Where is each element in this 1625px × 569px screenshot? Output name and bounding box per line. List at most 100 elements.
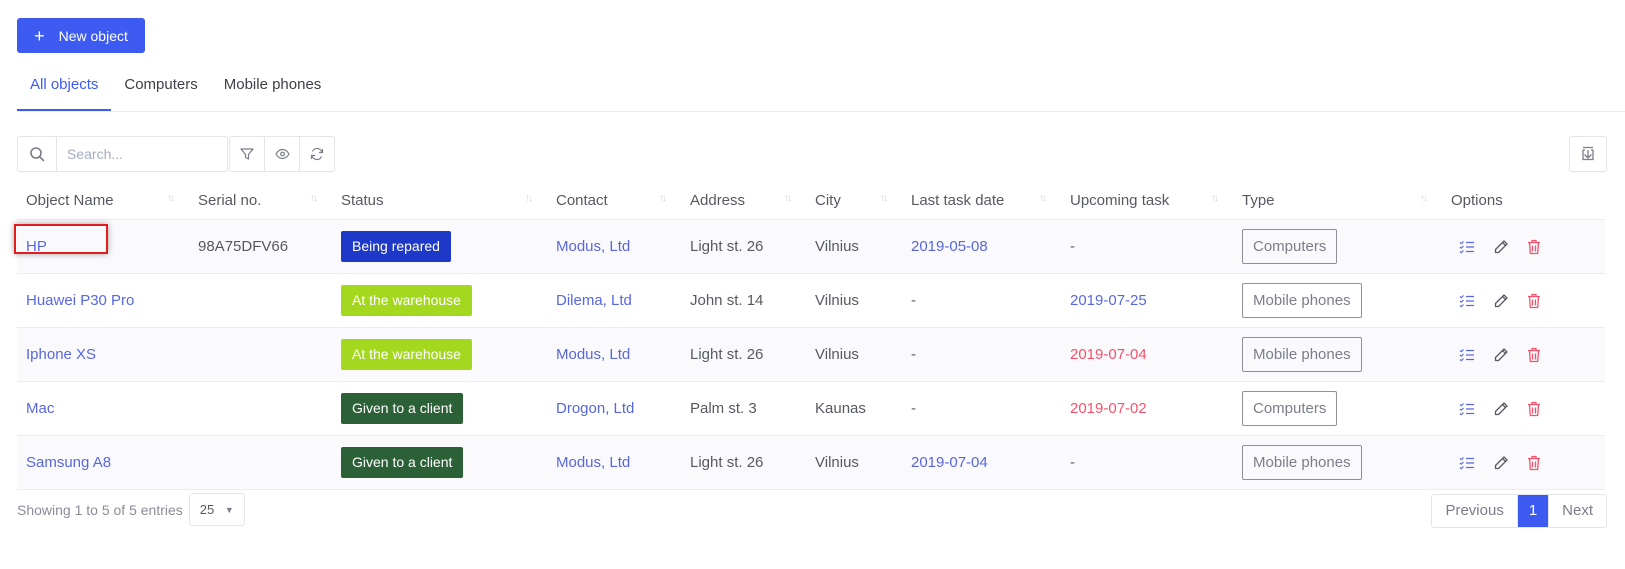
column-header-type[interactable]: Type ↑↓	[1233, 181, 1442, 220]
city-text: Kaunas	[815, 400, 866, 417]
status-badge: Given to a client	[341, 447, 464, 478]
export-icon	[1582, 146, 1594, 161]
tab-mobile-phones[interactable]: Mobile phones	[211, 71, 335, 111]
contact-link[interactable]: Modus, Ltd	[556, 238, 630, 255]
object-name-link[interactable]: HP	[26, 238, 47, 255]
pencil-icon[interactable]	[1493, 347, 1509, 363]
eye-icon	[274, 148, 290, 160]
city-text: Vilnius	[815, 454, 859, 471]
last-task-date[interactable]: 2019-05-08	[911, 238, 988, 255]
column-header-city[interactable]: City ↑↓	[806, 181, 902, 220]
address-text: John st. 14	[690, 292, 764, 309]
refresh-button[interactable]	[300, 137, 334, 171]
object-name-link[interactable]: Huawei P30 Pro	[26, 292, 134, 309]
type-tag: Computers	[1242, 229, 1338, 264]
table-header-row: Object Name ↑↓ Serial no. ↑↓ Status ↑↓ Cont…	[17, 181, 1605, 220]
checklist-icon[interactable]	[1459, 402, 1475, 416]
address-text: Light st. 26	[690, 238, 764, 255]
column-header-object-name[interactable]: Object Name ↑↓	[17, 181, 189, 220]
object-name-link[interactable]: Iphone XS	[26, 346, 96, 363]
contact-link[interactable]: Dilema, Ltd	[556, 292, 632, 309]
city-text: Vilnius	[815, 238, 859, 255]
address-text: Light st. 26	[690, 346, 764, 363]
contact-link[interactable]: Modus, Ltd	[556, 346, 630, 363]
last-task-date: -	[911, 400, 916, 417]
refresh-icon	[310, 147, 324, 161]
table-row: Mac Given to a client Drogon, Ltd Palm st. …	[17, 381, 1605, 436]
objects-table: Object Name ↑↓ Serial no. ↑↓ Status ↑↓ Cont…	[17, 181, 1605, 490]
pencil-icon[interactable]	[1493, 293, 1509, 309]
last-task-date: -	[911, 346, 916, 363]
tab-computers[interactable]: Computers	[111, 71, 210, 111]
object-name-link[interactable]: Samsung A8	[26, 454, 111, 471]
table-info: Showing 1 to 5 of 5 entries 25 ▼	[17, 493, 245, 526]
status-badge: Given to a client	[341, 393, 464, 424]
next-page-button[interactable]: Next	[1548, 495, 1606, 527]
trash-icon[interactable]	[1527, 293, 1541, 309]
export-button[interactable]	[1569, 136, 1607, 172]
table-tool-buttons	[229, 136, 335, 172]
column-header-serial[interactable]: Serial no. ↑↓	[189, 181, 332, 220]
page-size-select[interactable]: 25 ▼	[188, 493, 245, 526]
column-header-last-task-date[interactable]: Last task date ↑↓	[902, 181, 1061, 220]
row-options	[1451, 455, 1605, 471]
checklist-icon[interactable]	[1459, 348, 1475, 362]
upcoming-task-date[interactable]: 2019-07-25	[1070, 292, 1147, 309]
contact-link[interactable]: Modus, Ltd	[556, 454, 630, 471]
table-row: HP 98A75DFV66 Being repared Modus, Ltd Light…	[17, 219, 1605, 274]
upcoming-task-date[interactable]: 2019-07-04	[1070, 346, 1147, 363]
column-header-options: Options	[1442, 181, 1605, 220]
last-task-date: -	[911, 292, 916, 309]
status-badge: At the warehouse	[341, 285, 472, 316]
pencil-icon[interactable]	[1493, 239, 1509, 255]
trash-icon[interactable]	[1527, 239, 1541, 255]
pagination: Previous 1 Next	[1431, 494, 1607, 528]
city-text: Vilnius	[815, 292, 859, 309]
row-options	[1451, 239, 1605, 255]
previous-page-button[interactable]: Previous	[1432, 495, 1518, 527]
trash-icon[interactable]	[1527, 401, 1541, 417]
address-text: Light st. 26	[690, 454, 764, 471]
checklist-icon[interactable]	[1459, 294, 1475, 308]
search-box	[17, 136, 228, 172]
object-tabs: All objects Computers Mobile phones	[17, 71, 1625, 112]
upcoming-task-date[interactable]: 2019-07-02	[1070, 400, 1147, 417]
last-task-date[interactable]: 2019-07-04	[911, 454, 988, 471]
filter-button[interactable]	[230, 137, 265, 171]
table-row: Huawei P30 Pro At the warehouse Dilema, Lt…	[17, 273, 1605, 328]
column-header-upcoming-task[interactable]: Upcoming task ↑↓	[1061, 181, 1233, 220]
caret-down-icon: ▼	[224, 504, 234, 515]
search-icon	[18, 137, 57, 171]
filter-icon	[240, 148, 254, 160]
type-tag: Mobile phones	[1242, 337, 1362, 372]
upcoming-task-date: -	[1070, 238, 1075, 255]
column-header-contact[interactable]: Contact ↑↓	[547, 181, 681, 220]
page-1-button[interactable]: 1	[1517, 495, 1549, 527]
new-object-label: New object	[58, 27, 128, 44]
checklist-icon[interactable]	[1459, 456, 1475, 470]
pencil-icon[interactable]	[1493, 455, 1509, 471]
plus-icon: +	[34, 25, 45, 46]
page-size-value: 25	[199, 502, 215, 517]
tab-all-objects[interactable]: All objects	[17, 71, 112, 111]
column-header-status[interactable]: Status ↑↓	[332, 181, 547, 220]
row-options	[1451, 347, 1605, 363]
column-header-address[interactable]: Address ↑↓	[681, 181, 806, 220]
type-tag: Mobile phones	[1242, 445, 1362, 480]
contact-link[interactable]: Drogon, Ltd	[556, 400, 634, 417]
serial-number: 98A75DFV66	[198, 238, 289, 255]
trash-icon[interactable]	[1527, 455, 1541, 471]
trash-icon[interactable]	[1527, 347, 1541, 363]
entries-info: Showing 1 to 5 of 5 entries	[17, 501, 183, 518]
search-input[interactable]	[57, 137, 227, 171]
new-object-button[interactable]: + New object	[17, 18, 145, 53]
type-tag: Computers	[1242, 391, 1338, 426]
object-name-link[interactable]: Mac	[26, 400, 54, 417]
checklist-icon[interactable]	[1459, 240, 1475, 254]
table-row: Samsung A8 Given to a client Modus, Ltd Lig…	[17, 435, 1605, 490]
row-options	[1451, 293, 1605, 309]
address-text: Palm st. 3	[690, 400, 757, 417]
column-visibility-button[interactable]	[265, 137, 300, 171]
pencil-icon[interactable]	[1493, 401, 1509, 417]
type-tag: Mobile phones	[1242, 283, 1362, 318]
